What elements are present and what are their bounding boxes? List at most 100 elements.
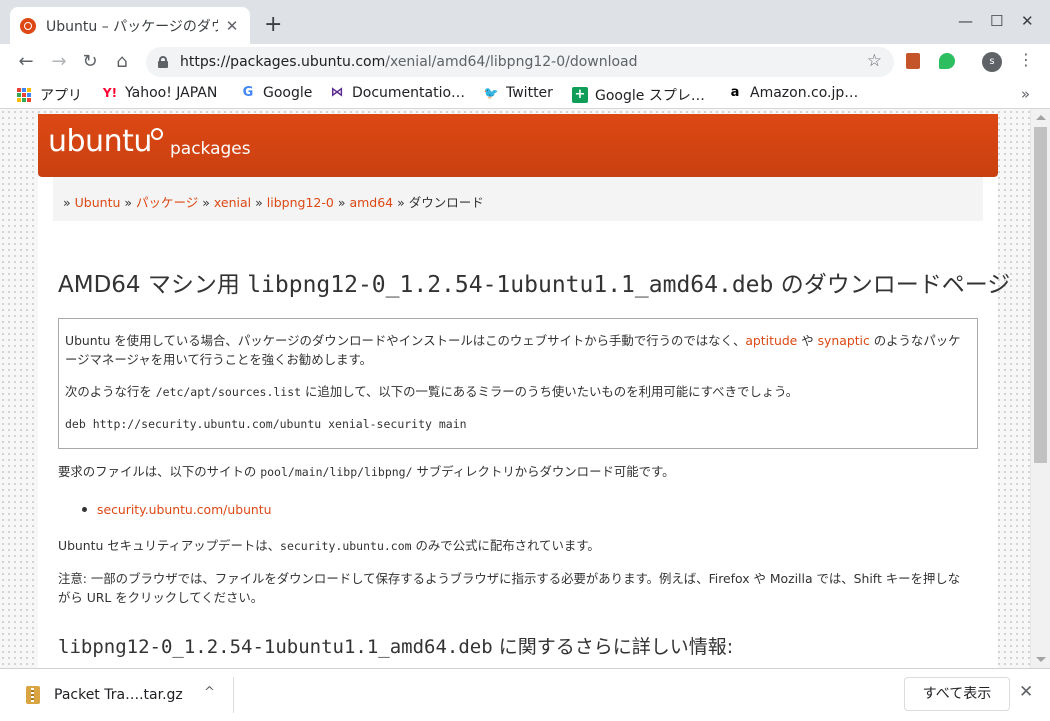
browser-tab[interactable]: Ubuntu – パッケージのダウ ✕: [10, 7, 250, 44]
info-text: や: [797, 333, 818, 348]
page-title: AMD64 マシン用 libpng12-0_1.2.54-1ubuntu1.1_…: [58, 265, 1010, 299]
show-all-button[interactable]: すべて表示: [904, 677, 1010, 711]
bookmark-label: Amazon.co.jp…: [750, 85, 859, 101]
book-extension-icon[interactable]: [906, 53, 920, 69]
sources-list-path: /etc/apt/sources.list: [155, 385, 302, 399]
breadcrumb-separator: »: [124, 195, 133, 210]
security-text: Ubuntu セキュリティアップデートは、security.ubuntu.com…: [58, 536, 970, 556]
vertical-scrollbar[interactable]: [1030, 109, 1050, 668]
more-info-heading: libpng12-0_1.2.54-1ubuntu1.1_amd64.deb に…: [58, 632, 733, 659]
para-text: のみで公式に配布されています。: [411, 538, 600, 553]
breadcrumb-separator: »: [202, 195, 210, 210]
bookmark-apps[interactable]: アプリ: [17, 85, 82, 105]
browser-note: 注意: 一部のブラウザでは、ファイルをダウンロードして保存するようブラウザに指示…: [58, 571, 961, 605]
profile-avatar[interactable]: s: [982, 52, 1002, 72]
ubuntu-logo-text[interactable]: ubuntu: [48, 124, 152, 159]
bookmark-label: Twitter: [506, 85, 553, 101]
breadcrumb-separator: »: [397, 195, 405, 210]
breadcrumb-ubuntu[interactable]: Ubuntu: [75, 195, 121, 210]
packages-logo-text[interactable]: packages: [170, 139, 251, 159]
breadcrumb-xenial[interactable]: xenial: [214, 195, 251, 210]
new-tab-button[interactable]: +: [264, 14, 282, 36]
bookmark-google[interactable]: G Google: [240, 85, 313, 101]
breadcrumb-separator: »: [337, 195, 346, 210]
breadcrumb: » Ubuntu » パッケージ » xenial » libpng12-0 »…: [53, 177, 983, 221]
bookmark-label: Google スプレ…: [595, 88, 705, 104]
bookmarks-overflow-icon[interactable]: »: [1021, 85, 1030, 103]
tab-strip: Ubuntu – パッケージのダウ ✕ + — ☐ ✕: [0, 0, 1050, 44]
google-icon: G: [242, 85, 254, 100]
url-host: https://packages.ubuntu.com: [180, 54, 386, 70]
bookmark-label: Google: [263, 85, 313, 101]
deb-line: deb http://security.ubuntu.com/ubuntu xe…: [65, 417, 467, 431]
ubuntu-favicon-icon: [20, 17, 36, 34]
apt-info-box: Ubuntu を使用している場合、パッケージのダウンロードやインストールはこのウ…: [58, 318, 978, 449]
scroll-down-icon[interactable]: [1036, 657, 1046, 662]
bookmarks-bar: アプリ Y! Yahoo! JAPAN G Google ⋈ Documenta…: [0, 80, 1050, 109]
menu-icon[interactable]: ⋮: [1018, 50, 1034, 69]
mirror-link[interactable]: security.ubuntu.com/ubuntu: [97, 502, 272, 517]
info-text: 次のような行を: [65, 384, 156, 399]
page-viewport: ubuntu packages » Ubuntu » パッケージ » xenia…: [0, 109, 1030, 668]
list-item: security.ubuntu.com/ubuntu: [82, 502, 272, 517]
download-filename: Packet Tra….tar.gz: [54, 687, 183, 703]
visual-studio-icon: ⋈: [330, 85, 344, 100]
synaptic-link[interactable]: synaptic: [818, 333, 870, 348]
apt-recommendation: Ubuntu を使用している場合、パッケージのダウンロードやインストールはこのウ…: [65, 331, 971, 369]
bookmark-twitter[interactable]: 🐦 Twitter: [483, 85, 553, 101]
amazon-icon: a: [730, 85, 740, 100]
pool-path: pool/main/libp/libpng/: [260, 465, 413, 479]
security-host: security.ubuntu.com: [280, 539, 412, 553]
breadcrumb-libpng12-0[interactable]: libpng12-0: [267, 195, 334, 210]
more-info-filename: libpng12-0_1.2.54-1ubuntu1.1_amd64.deb: [58, 636, 493, 658]
info-text: に追加して、以下の一覧にあるミラーのうち使いたいものを利用可能にすべきでしょう。: [301, 384, 799, 399]
forward-icon[interactable]: →: [47, 50, 71, 74]
breadcrumb-separator: »: [255, 195, 263, 210]
scroll-thumb[interactable]: [1034, 127, 1047, 463]
scroll-up-icon[interactable]: [1036, 115, 1046, 120]
sheets-icon: +: [572, 87, 588, 103]
para-text: Ubuntu セキュリティアップデートは、: [58, 538, 281, 553]
bookmark-star-icon[interactable]: ☆: [867, 51, 882, 71]
lock-icon[interactable]: [158, 56, 168, 68]
back-icon[interactable]: ←: [14, 50, 38, 74]
apps-grid-icon: [17, 88, 31, 102]
mirror-list: security.ubuntu.com/ubuntu: [82, 502, 272, 517]
chevron-up-icon[interactable]: ^: [204, 685, 215, 700]
reload-icon[interactable]: ↻: [78, 50, 102, 74]
yahoo-icon: Y!: [102, 86, 118, 100]
site-header: ubuntu packages: [38, 114, 998, 177]
close-window-button[interactable]: ✕: [1021, 12, 1034, 30]
bookmark-label: Documentatio…: [352, 85, 466, 101]
files-location-text: 要求のファイルは、以下のサイトの pool/main/libp/libpng/ …: [58, 462, 970, 482]
aptitude-link[interactable]: aptitude: [745, 333, 797, 348]
breadcrumb-packages[interactable]: パッケージ: [136, 195, 198, 210]
evernote-extension-icon[interactable]: [939, 53, 955, 69]
download-shelf: Packet Tra….tar.gz ^ すべて表示 ✕: [0, 668, 1050, 721]
breadcrumb-separator: »: [63, 195, 71, 210]
download-item[interactable]: Packet Tra….tar.gz ^: [14, 677, 234, 713]
bookmark-yahoo[interactable]: Y! Yahoo! JAPAN: [102, 85, 217, 101]
page-content: » Ubuntu » パッケージ » xenial » libpng12-0 »…: [38, 177, 1010, 668]
home-icon[interactable]: ⌂: [110, 50, 134, 74]
archive-file-icon: [26, 686, 40, 704]
bookmark-amazon[interactable]: a Amazon.co.jp…: [727, 85, 859, 101]
breadcrumb-current: ダウンロード: [408, 195, 484, 210]
close-shelf-icon[interactable]: ✕: [1019, 682, 1033, 702]
breadcrumb-amd64[interactable]: amd64: [349, 195, 393, 210]
title-filename: libpng12-0_1.2.54-1ubuntu1.1_amd64.deb: [247, 272, 774, 298]
address-bar[interactable]: https://packages.ubuntu.com/xenial/amd64…: [146, 47, 894, 77]
twitter-bird-icon: 🐦: [483, 86, 499, 100]
tab-close-icon[interactable]: ✕: [224, 17, 240, 35]
bullet-icon: [82, 507, 87, 512]
bookmark-documentation[interactable]: ⋈ Documentatio…: [329, 85, 466, 101]
bookmark-label: アプリ: [40, 88, 82, 104]
minimize-button[interactable]: —: [958, 12, 973, 30]
bookmark-google-sheets[interactable]: + Google スプレ…: [572, 85, 705, 105]
browser-toolbar: ← → ↻ ⌂ https://packages.ubuntu.com/xeni…: [0, 44, 1050, 80]
url-path: /xenial/amd64/libpng12-0/download: [385, 54, 638, 70]
info-text: Ubuntu を使用している場合、パッケージのダウンロードやインストールはこのウ…: [65, 333, 746, 348]
bookmark-label: Yahoo! JAPAN: [125, 85, 218, 101]
maximize-button[interactable]: ☐: [990, 12, 1003, 30]
ubuntu-circle-icon: [151, 128, 163, 140]
